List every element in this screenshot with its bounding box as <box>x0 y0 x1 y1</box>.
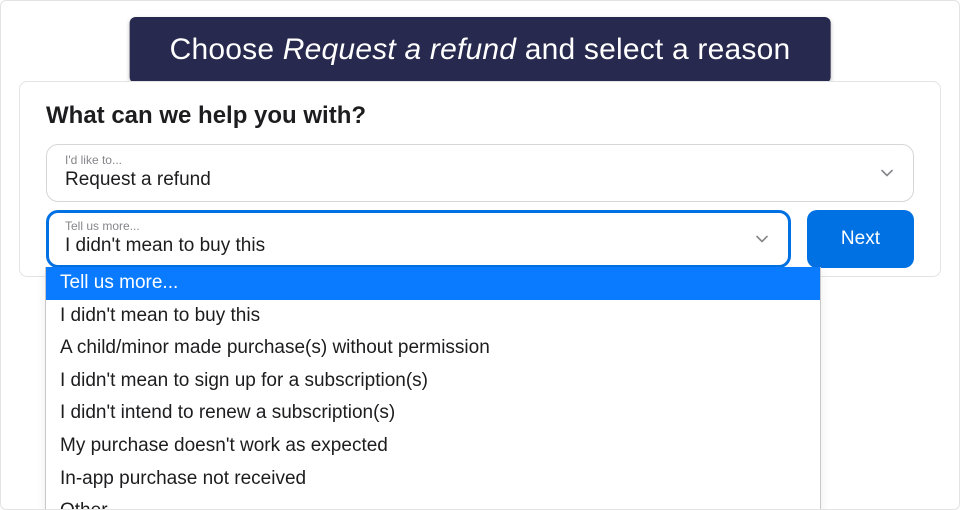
reason-select-label: Tell us more... <box>65 219 744 233</box>
action-select[interactable]: I'd like to... Request a refund <box>46 144 914 202</box>
reason-option[interactable]: I didn't mean to sign up for a subscript… <box>46 365 820 398</box>
help-card: What can we help you with? I'd like to..… <box>19 81 941 277</box>
reason-option[interactable]: My purchase doesn't work as expected <box>46 430 820 463</box>
action-select-value: Request a refund <box>65 169 867 191</box>
row-reason: Tell us more... I didn't mean to buy thi… <box>46 210 914 268</box>
banner-text-em: Request a refund <box>283 33 516 66</box>
screenshot-stage: Choose Request a refund and select a rea… <box>0 0 960 510</box>
reason-option[interactable]: Tell us more... <box>46 267 820 300</box>
chevron-down-icon <box>754 231 770 247</box>
reason-option[interactable]: Other <box>46 495 820 510</box>
instruction-banner: Choose Request a refund and select a rea… <box>130 17 831 83</box>
reason-dropdown: Tell us more... I didn't mean to buy thi… <box>45 267 821 510</box>
next-button[interactable]: Next <box>807 210 914 268</box>
page-title: What can we help you with? <box>46 102 914 130</box>
reason-option[interactable]: In-app purchase not received <box>46 463 820 496</box>
banner-text-post: and select a reason <box>516 33 790 66</box>
reason-select[interactable]: Tell us more... I didn't mean to buy thi… <box>46 210 791 268</box>
reason-select-value: I didn't mean to buy this <box>65 235 744 257</box>
banner-text-pre: Choose <box>170 33 283 66</box>
reason-option[interactable]: I didn't mean to buy this <box>46 300 820 333</box>
action-select-label: I'd like to... <box>65 153 867 167</box>
reason-option[interactable]: I didn't intend to renew a subscription(… <box>46 397 820 430</box>
reason-option[interactable]: A child/minor made purchase(s) without p… <box>46 332 820 365</box>
chevron-down-icon <box>879 165 895 181</box>
row-action: I'd like to... Request a refund <box>46 144 914 202</box>
